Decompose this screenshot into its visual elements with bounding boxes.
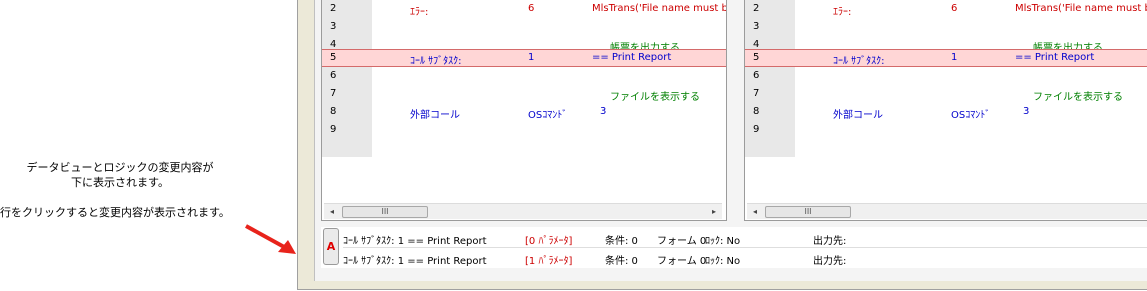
row-command: 外部コール: [410, 110, 460, 121]
annotation-line-3: 行をクリックすると変更内容が表示されます。: [0, 206, 230, 219]
code-row-selected[interactable]: 5 ｺｰﾙ ｻﾌﾞﾀｽｸ: 1 == Print Report: [745, 49, 1147, 67]
change-form: フォーム 0: [657, 256, 707, 267]
change-row[interactable]: ｺｰﾙ ｻﾌﾞﾀｽｸ: 1 == Print Report [0 ﾊﾟﾗﾒｰﾀ]…: [343, 229, 1147, 248]
line-number: 8: [330, 106, 337, 117]
horizontal-scrollbar[interactable]: ◂ III: [747, 203, 1147, 219]
line-number: 8: [753, 106, 760, 117]
horizontal-scrollbar[interactable]: ◂ III ▸: [324, 203, 722, 219]
row-command: ｺｰﾙ ｻﾌﾞﾀｽｸ:: [833, 56, 885, 67]
code-row[interactable]: 7 ファイルを表示する: [745, 85, 1147, 103]
row-value: 6: [528, 3, 535, 14]
scroll-left-icon[interactable]: ◂: [324, 204, 340, 219]
code-row-selected[interactable]: 5 ｺｰﾙ ｻﾌﾞﾀｽｸ: 1 == Print Report: [322, 49, 726, 67]
change-type-badge[interactable]: A: [323, 228, 339, 265]
annotation-line-2: 下に表示されます。: [71, 176, 169, 189]
line-number: 6: [753, 70, 760, 81]
code-row[interactable]: 9: [745, 121, 1147, 139]
code-row[interactable]: 8 外部コール OSｺﾏﾝﾄﾞ 3: [322, 103, 726, 121]
row-command: 外部コール: [833, 110, 883, 121]
code-row[interactable]: 6: [745, 67, 1147, 85]
change-details-panel: A ｺｰﾙ ｻﾌﾞﾀｽｸ: 1 == Print Report [0 ﾊﾟﾗﾒｰ…: [321, 227, 1147, 268]
line-number: 6: [330, 70, 337, 81]
change-description: ｺｰﾙ ｻﾌﾞﾀｽｸ: 1 == Print Report: [343, 236, 487, 247]
line-number: 9: [330, 124, 337, 135]
change-condition: 条件: 0: [605, 236, 638, 247]
line-number: 2: [330, 3, 337, 14]
change-lock: ﾛｯｸ: No: [705, 236, 741, 247]
row-detail: 3: [600, 106, 607, 117]
line-number: 2: [753, 3, 760, 14]
code-row[interactable]: 9: [322, 121, 726, 139]
code-row[interactable]: 3: [745, 18, 1147, 36]
pointer-arrow-icon: [245, 224, 296, 254]
row-value: 1: [528, 52, 535, 63]
row-detail: == Print Report: [1015, 52, 1095, 63]
change-params: [1 ﾊﾟﾗﾒｰﾀ]: [525, 256, 573, 267]
scroll-right-icon[interactable]: ▸: [706, 204, 722, 219]
row-comment: ファイルを表示する: [1033, 92, 1123, 103]
scroll-left-icon[interactable]: ◂: [747, 204, 763, 219]
change-params: [0 ﾊﾟﾗﾒｰﾀ]: [525, 236, 573, 247]
change-destination: 出力先:: [813, 256, 847, 267]
code-row[interactable]: 2 ｴﾗｰ: 6 MlsTrans('File name must b: [322, 0, 726, 18]
line-number: 9: [753, 124, 760, 135]
row-value: 1: [951, 52, 958, 63]
row-detail: == Print Report: [592, 52, 672, 63]
row-command: ｴﾗｰ:: [833, 7, 852, 18]
row-command: ｴﾗｰ:: [410, 7, 429, 18]
line-number: 3: [330, 21, 337, 32]
code-row[interactable]: 2 ｴﾗｰ: 6 MlsTrans('File name must be: [745, 0, 1147, 18]
row-detail: MlsTrans('File name must be: [1015, 3, 1147, 14]
line-number: 5: [330, 52, 337, 63]
change-condition: 条件: 0: [605, 256, 638, 267]
scroll-thumb[interactable]: III: [342, 206, 428, 218]
row-detail: MlsTrans('File name must b: [592, 3, 727, 14]
row-comment: ファイルを表示する: [610, 92, 700, 103]
change-row[interactable]: ｺｰﾙ ｻﾌﾞﾀｽｸ: 1 == Print Report [1 ﾊﾟﾗﾒｰﾀ]…: [343, 249, 1147, 267]
code-row[interactable]: 8 外部コール OSｺﾏﾝﾄﾞ 3: [745, 103, 1147, 121]
scroll-thumb[interactable]: III: [765, 206, 851, 218]
row-detail: 3: [1023, 106, 1030, 117]
left-compare-pane[interactable]: 2 ｴﾗｰ: 6 MlsTrans('File name must b 3 4 …: [321, 0, 727, 221]
change-lock: ﾛｯｸ: No: [705, 256, 741, 267]
code-row[interactable]: 7 ファイルを表示する: [322, 85, 726, 103]
right-compare-pane[interactable]: 2 ｴﾗｰ: 6 MlsTrans('File name must be 3 4…: [744, 0, 1147, 221]
change-description: ｺｰﾙ ｻﾌﾞﾀｽｸ: 1 == Print Report: [343, 256, 487, 267]
row-command: ｺｰﾙ ｻﾌﾞﾀｽｸ:: [410, 56, 462, 67]
change-form: フォーム 0: [657, 236, 707, 247]
row-value: 6: [951, 3, 958, 14]
row-value: OSｺﾏﾝﾄﾞ: [951, 110, 991, 121]
code-row[interactable]: 3: [322, 18, 726, 36]
line-number: 7: [330, 88, 337, 99]
line-number: 3: [753, 21, 760, 32]
compare-area: 2 ｴﾗｰ: 6 MlsTrans('File name must b 3 4 …: [314, 0, 1147, 281]
compare-window: 2 ｴﾗｰ: 6 MlsTrans('File name must b 3 4 …: [297, 0, 1147, 290]
annotation-line-1: データビューとロジックの変更内容が: [26, 161, 214, 174]
line-number: 5: [753, 52, 760, 63]
change-destination: 出力先:: [813, 236, 847, 247]
line-number: 7: [753, 88, 760, 99]
row-value: OSｺﾏﾝﾄﾞ: [528, 110, 568, 121]
code-row[interactable]: 6: [322, 67, 726, 85]
